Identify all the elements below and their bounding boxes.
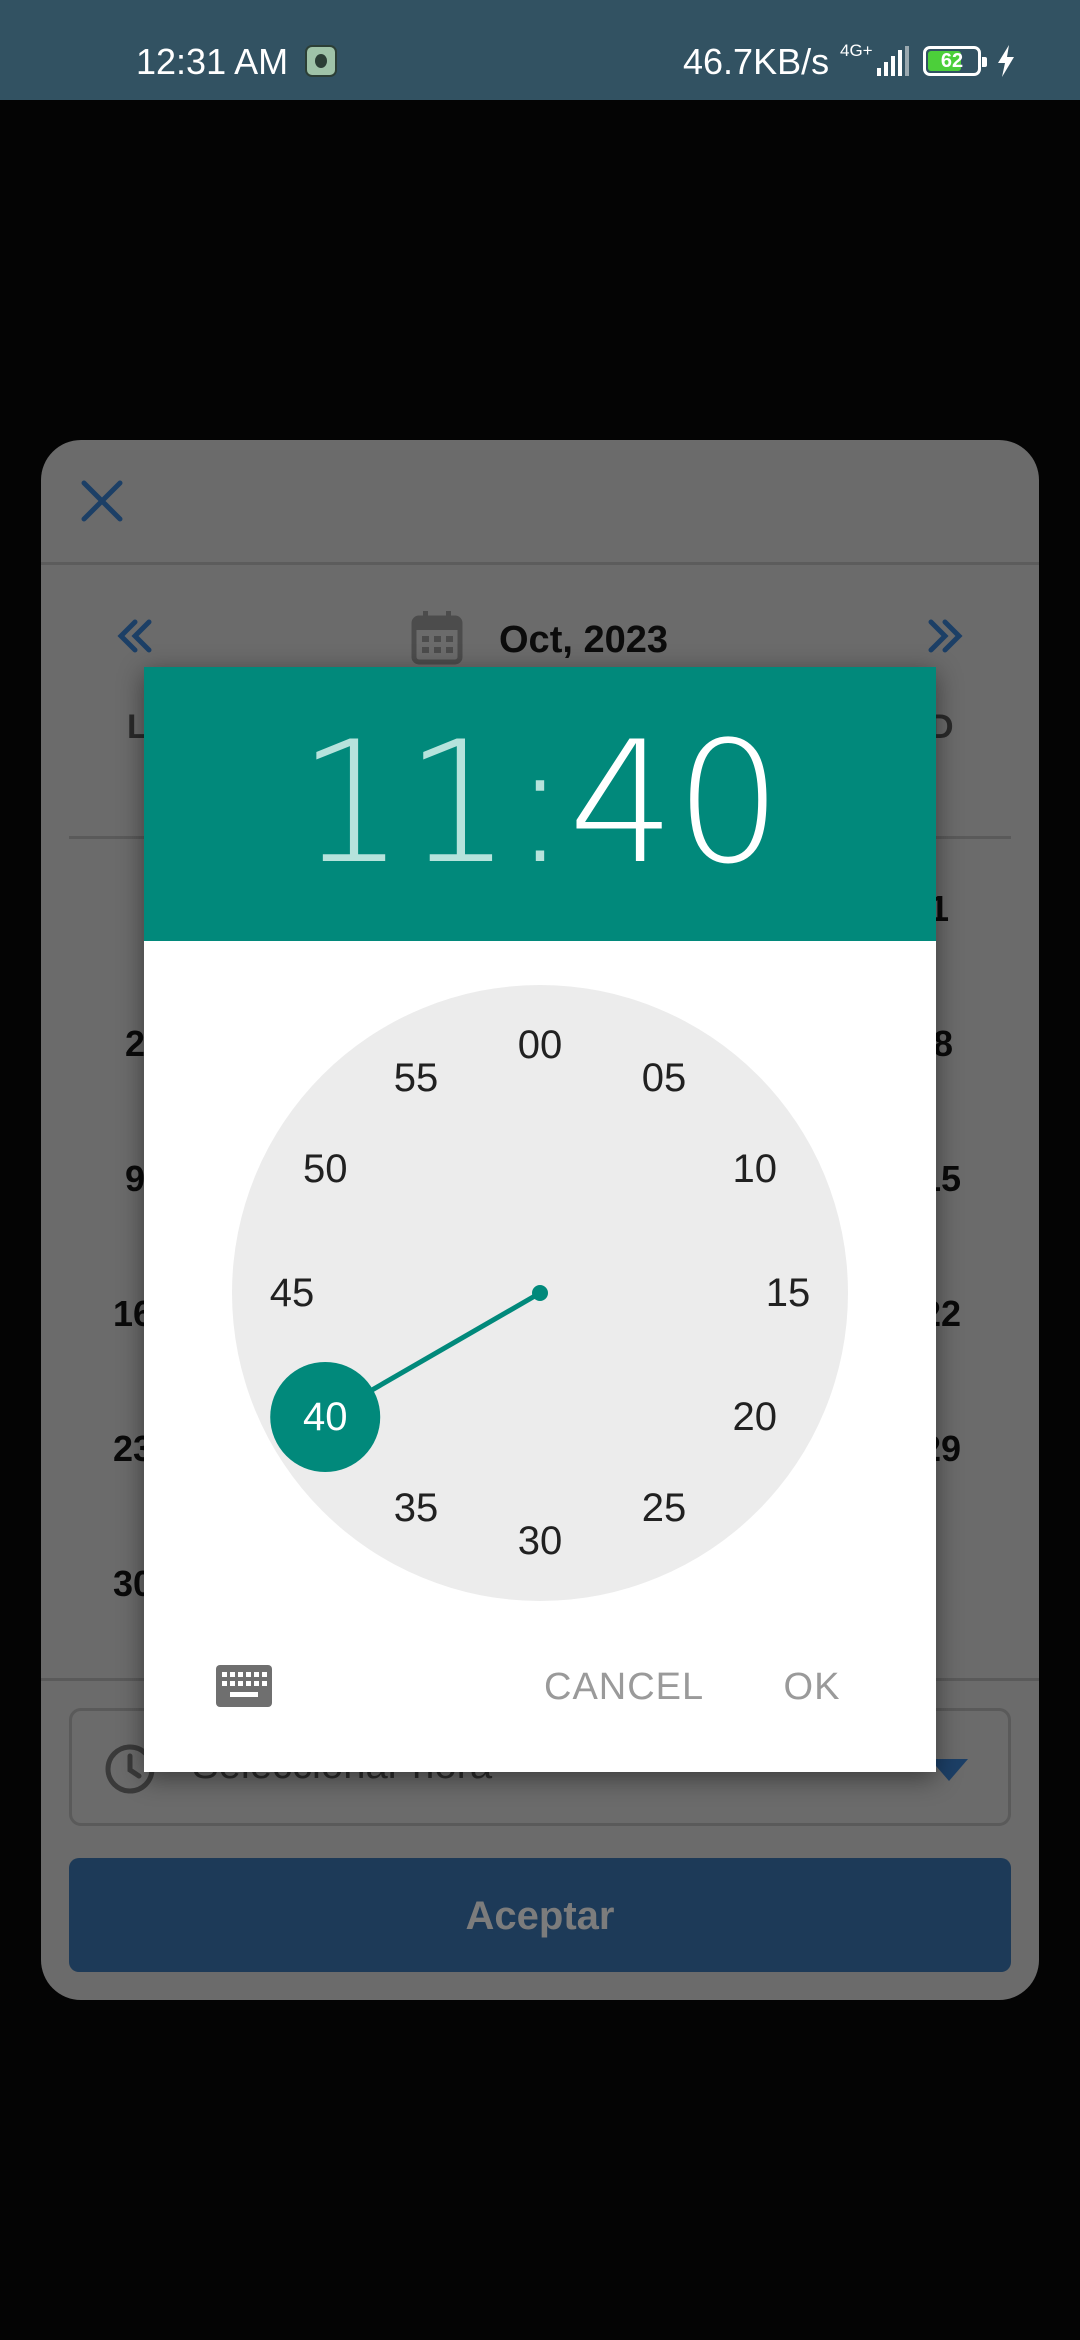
minute-option-25[interactable]: 25 <box>624 1478 704 1538</box>
calendar-day[interactable]: 9 <box>125 1158 145 1200</box>
battery-icon: 62 <box>923 46 987 76</box>
minute-option-30[interactable]: 30 <box>500 1511 580 1571</box>
accept-button[interactable]: Aceptar <box>69 1858 1011 1972</box>
minute-option-00[interactable]: 00 <box>500 1015 580 1075</box>
calendar-icon <box>411 611 463 665</box>
minute-option-20[interactable]: 20 <box>715 1387 795 1447</box>
previous-month-icon[interactable] <box>115 618 155 654</box>
keyboard-icon[interactable] <box>216 1665 272 1707</box>
minute-option-40[interactable]: 40 <box>285 1387 365 1447</box>
month-title: Oct, 2023 <box>499 619 668 661</box>
network-type: 4G+ <box>840 41 873 60</box>
calendar-day[interactable]: 8 <box>933 1023 953 1065</box>
time-separator: : <box>511 705 569 901</box>
calendar-day[interactable]: 2 <box>125 1023 145 1065</box>
battery-level: 62 <box>940 50 964 72</box>
ok-button[interactable]: OK <box>782 1657 842 1717</box>
hour-display[interactable]: 11 <box>298 705 512 901</box>
divider <box>41 562 1039 565</box>
notification-app-icon <box>305 45 337 77</box>
status-time: 12:31 AM <box>136 41 289 82</box>
charging-bolt-icon <box>998 45 1014 77</box>
time-picker-dialog: 11:40 00 05 10 15 20 25 30 35 40 45 50 55 CANCEL OK <box>144 667 936 1772</box>
minute-option-15[interactable]: 15 <box>748 1263 828 1323</box>
time-picker-header: 11:40 <box>144 667 936 941</box>
clock-face[interactable]: 00 05 10 15 20 25 30 35 40 45 50 55 <box>232 985 848 1601</box>
close-icon[interactable] <box>79 478 125 524</box>
minute-option-55[interactable]: 55 <box>376 1048 456 1108</box>
next-month-icon[interactable] <box>925 618 965 654</box>
selected-time-display: 11:40 <box>144 717 936 889</box>
minute-option-50[interactable]: 50 <box>285 1139 365 1199</box>
minute-option-10[interactable]: 10 <box>715 1139 795 1199</box>
signal-icon <box>877 46 909 76</box>
minute-option-45[interactable]: 45 <box>252 1263 332 1323</box>
minute-display[interactable]: 40 <box>568 705 782 901</box>
network-speed: 46.7KB/s <box>683 41 830 82</box>
minute-option-05[interactable]: 05 <box>624 1048 704 1108</box>
status-bar: 12:31 AM 46.7KB/s 4G+ 62 <box>0 0 1080 100</box>
clock-center-dot <box>532 1285 548 1301</box>
cancel-button[interactable]: CANCEL <box>544 1657 703 1717</box>
minute-option-35[interactable]: 35 <box>376 1478 456 1538</box>
